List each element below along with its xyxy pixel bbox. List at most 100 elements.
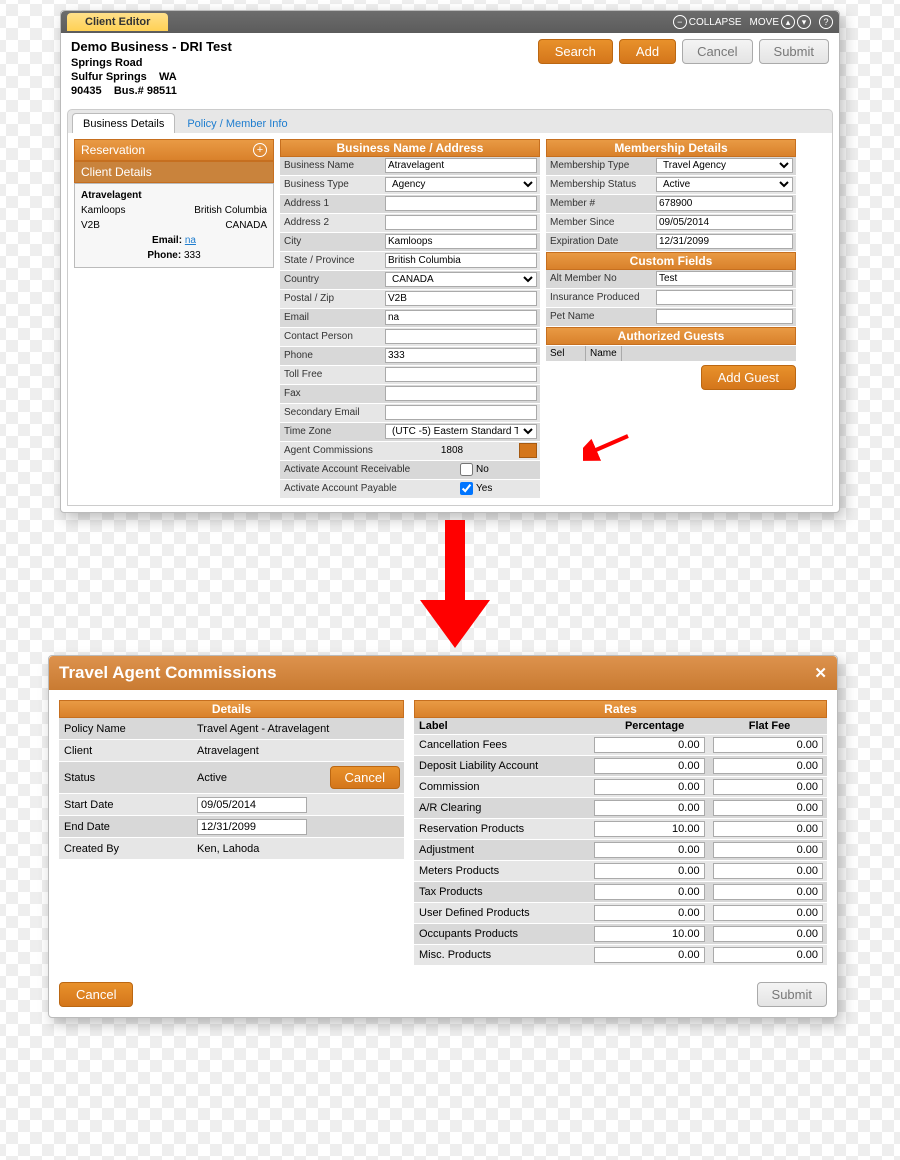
ap-checkbox[interactable]: [460, 482, 473, 495]
tollfree-input[interactable]: [385, 367, 537, 382]
end-date-input[interactable]: [197, 819, 307, 835]
rate-percentage-input[interactable]: [594, 758, 704, 774]
search-button[interactable]: Search: [538, 39, 613, 64]
rate-label: Tax Products: [414, 886, 590, 898]
rates-table-body: Cancellation FeesDeposit Liability Accou…: [414, 735, 827, 966]
insurance-input[interactable]: [656, 290, 793, 305]
flow-arrow-icon: [420, 520, 490, 650]
rate-percentage-input[interactable]: [594, 800, 704, 816]
close-icon[interactable]: ✕: [814, 664, 827, 682]
rate-row: Misc. Products: [414, 945, 827, 966]
rate-label: Adjustment: [414, 844, 590, 856]
modal-submit-button[interactable]: Submit: [757, 982, 827, 1007]
rates-header: Rates: [414, 700, 827, 718]
commissions-value: 1808: [385, 445, 516, 456]
address2-input[interactable]: [385, 215, 537, 230]
title-bar: Client Editor − COLLAPSE MOVE ▴ ▾ ?: [61, 11, 839, 33]
state-input[interactable]: [385, 253, 537, 268]
rate-row: Cancellation Fees: [414, 735, 827, 756]
rate-flatfee-input[interactable]: [713, 737, 823, 753]
email-input[interactable]: [385, 310, 537, 325]
modal-title-bar: Travel Agent Commissions ✕: [49, 656, 837, 690]
modal-title: Travel Agent Commissions: [59, 663, 277, 683]
collapse-button[interactable]: − COLLAPSE: [673, 15, 742, 29]
membership-type-select[interactable]: Travel Agency: [656, 158, 793, 173]
rate-flatfee-input[interactable]: [713, 905, 823, 921]
expiration-input[interactable]: [656, 234, 793, 249]
rate-flatfee-input[interactable]: [713, 842, 823, 858]
member-number-input[interactable]: [656, 196, 793, 211]
rate-label: Occupants Products: [414, 928, 590, 940]
phone-input[interactable]: [385, 348, 537, 363]
rate-flatfee-input[interactable]: [713, 947, 823, 963]
business-section-header: Business Name / Address: [280, 139, 540, 157]
rate-percentage-input[interactable]: [594, 842, 704, 858]
business-type-select[interactable]: Agency: [385, 177, 537, 192]
rate-row: Occupants Products: [414, 924, 827, 945]
membership-status-select[interactable]: Active: [656, 177, 793, 192]
business-identity: Demo Business - DRI Test Springs Road Su…: [71, 39, 232, 99]
chevron-up-icon: ▴: [781, 15, 795, 29]
postal-input[interactable]: [385, 291, 537, 306]
rate-percentage-input[interactable]: [594, 737, 704, 753]
status-cancel-button[interactable]: Cancel: [330, 766, 400, 789]
help-icon[interactable]: ?: [819, 15, 833, 29]
guests-header: Authorized Guests: [546, 327, 796, 345]
commissions-edit-button[interactable]: [519, 443, 537, 458]
created-by-value: Ken, Lahoda: [194, 843, 404, 855]
membership-section-header: Membership Details: [546, 139, 796, 157]
guests-table-header: Sel Name: [546, 345, 796, 361]
cancel-button[interactable]: Cancel: [682, 39, 752, 64]
submit-button[interactable]: Submit: [759, 39, 829, 64]
rate-flatfee-input[interactable]: [713, 926, 823, 942]
pet-name-input[interactable]: [656, 309, 793, 324]
business-form: Business Name / Address Business Name Bu…: [280, 139, 540, 499]
rate-label: User Defined Products: [414, 907, 590, 919]
fax-input[interactable]: [385, 386, 537, 401]
rate-label: Reservation Products: [414, 823, 590, 835]
chevron-down-icon: ▾: [797, 15, 811, 29]
rate-label: A/R Clearing: [414, 802, 590, 814]
tab-business-details[interactable]: Business Details: [72, 113, 175, 133]
rate-percentage-input[interactable]: [594, 926, 704, 942]
ar-checkbox[interactable]: [460, 463, 473, 476]
rate-percentage-input[interactable]: [594, 821, 704, 837]
rate-percentage-input[interactable]: [594, 884, 704, 900]
rate-percentage-input[interactable]: [594, 947, 704, 963]
city-input[interactable]: [385, 234, 537, 249]
rate-percentage-input[interactable]: [594, 863, 704, 879]
client-card: Atravelagent Kamloops British Columbia V…: [74, 183, 274, 268]
rate-label: Misc. Products: [414, 949, 590, 961]
business-name-input[interactable]: [385, 158, 537, 173]
country-select[interactable]: CANADA: [385, 272, 537, 287]
alt-member-input[interactable]: [656, 271, 793, 286]
modal-cancel-button[interactable]: Cancel: [59, 982, 133, 1007]
email-link[interactable]: na: [185, 235, 196, 246]
rate-flatfee-input[interactable]: [713, 884, 823, 900]
secondary-email-input[interactable]: [385, 405, 537, 420]
rate-flatfee-input[interactable]: [713, 863, 823, 879]
rate-flatfee-input[interactable]: [713, 779, 823, 795]
rate-flatfee-input[interactable]: [713, 758, 823, 774]
start-date-input[interactable]: [197, 797, 307, 813]
rate-percentage-input[interactable]: [594, 779, 704, 795]
rate-flatfee-input[interactable]: [713, 800, 823, 816]
rates-table-header: Label Percentage Flat Fee: [414, 718, 827, 735]
tab-policy-member[interactable]: Policy / Member Info: [177, 114, 297, 133]
timezone-select[interactable]: (UTC -5) Eastern Standard Tim: [385, 424, 537, 439]
rate-row: A/R Clearing: [414, 798, 827, 819]
contact-input[interactable]: [385, 329, 537, 344]
member-since-input[interactable]: [656, 215, 793, 230]
move-control[interactable]: MOVE ▴ ▾: [750, 15, 811, 29]
rate-row: Adjustment: [414, 840, 827, 861]
rate-flatfee-input[interactable]: [713, 821, 823, 837]
add-button[interactable]: Add: [619, 39, 676, 64]
membership-column: Membership Details Membership TypeTravel…: [546, 139, 796, 499]
rate-row: Deposit Liability Account: [414, 756, 827, 777]
plus-icon[interactable]: +: [253, 143, 267, 157]
rate-percentage-input[interactable]: [594, 905, 704, 921]
reservation-header[interactable]: Reservation +: [74, 139, 274, 161]
add-guest-button[interactable]: Add Guest: [701, 365, 796, 390]
address1-input[interactable]: [385, 196, 537, 211]
rate-row: Reservation Products: [414, 819, 827, 840]
